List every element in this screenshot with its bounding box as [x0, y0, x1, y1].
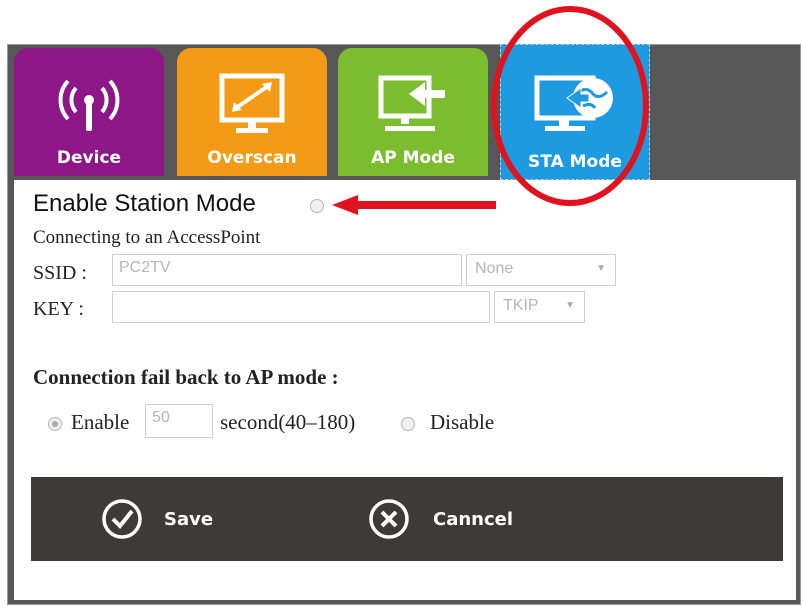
- cancel-button-label: Canncel: [433, 509, 514, 530]
- cipher-select-value: TKIP: [503, 297, 539, 314]
- enable-station-mode-title: Enable Station Mode: [33, 190, 256, 217]
- red-arrow-annotation-icon: [332, 195, 496, 215]
- fallback-seconds-hint: second(40–180): [220, 410, 356, 434]
- key-input[interactable]: [112, 291, 490, 323]
- monitor-arrow-icon: [378, 75, 445, 131]
- action-bar: Save Canncel: [31, 477, 783, 561]
- fallback-title: Connection fail back to AP mode :: [33, 365, 339, 389]
- close-circle-icon: [369, 499, 409, 539]
- check-circle-icon: [102, 499, 142, 539]
- ssid-input[interactable]: PC2TV: [112, 254, 462, 286]
- fallback-enable-label: Enable: [71, 410, 130, 434]
- tab-device[interactable]: Device: [14, 48, 164, 176]
- security-select-value: None: [475, 260, 514, 277]
- chevron-down-icon: ▼: [596, 263, 606, 274]
- tab-ap-mode-label: AP Mode: [371, 148, 455, 168]
- connecting-subtitle: Connecting to an AccessPoint: [33, 227, 261, 248]
- key-label: KEY :: [33, 298, 84, 320]
- ssid-label: SSID :: [33, 262, 87, 284]
- monitor-resize-icon: [219, 73, 285, 133]
- fallback-disable-label: Disable: [430, 410, 495, 434]
- wifi-tower-icon: [58, 79, 120, 131]
- cipher-select[interactable]: TKIP ▼: [494, 291, 585, 323]
- tab-overscan[interactable]: Overscan: [177, 48, 327, 176]
- fallback-disable-radio[interactable]: [401, 417, 415, 431]
- fallback-seconds-input[interactable]: 50: [145, 404, 213, 438]
- tab-device-label: Device: [56, 148, 122, 168]
- chevron-down-icon: ▼: [565, 300, 575, 311]
- tab-overscan-label: Overscan: [207, 148, 297, 168]
- tab-ap-mode[interactable]: AP Mode: [338, 48, 488, 176]
- fallback-enable-radio[interactable]: [48, 417, 62, 431]
- enable-station-mode-radio[interactable]: [310, 199, 324, 213]
- cancel-button[interactable]: Canncel: [368, 477, 568, 561]
- save-button-label: Save: [164, 509, 214, 530]
- save-button[interactable]: Save: [101, 477, 261, 561]
- security-select[interactable]: None ▼: [466, 254, 616, 286]
- red-circle-annotation: [491, 6, 649, 206]
